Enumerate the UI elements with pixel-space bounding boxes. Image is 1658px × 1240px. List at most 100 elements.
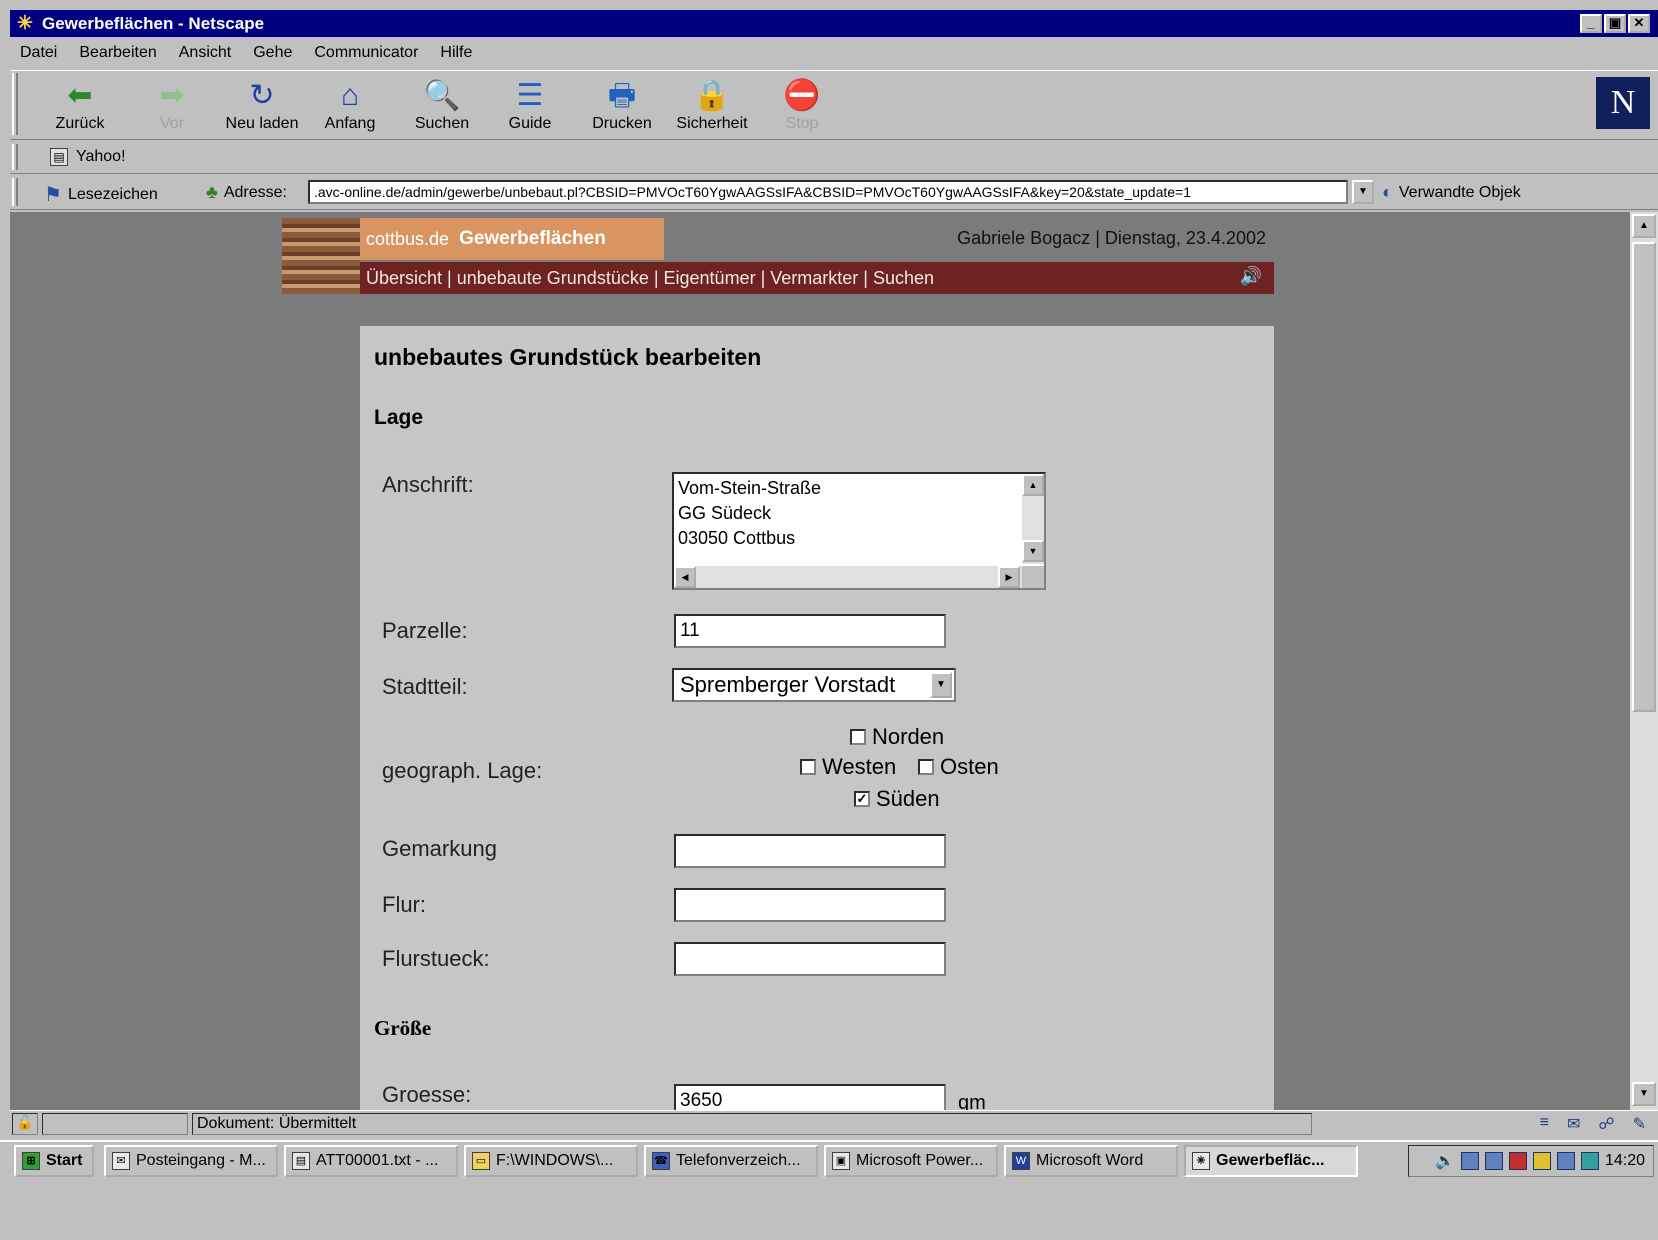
tray-app-icon[interactable] [1556, 1152, 1575, 1170]
forward-button[interactable]: ➡ Vor [132, 77, 212, 133]
windows-taskbar: ⊞ Start ✉ Posteingang - M... ▤ ATT00001.… [0, 1140, 1658, 1180]
close-button[interactable]: ✕ [1628, 14, 1650, 33]
volume-icon[interactable]: 🔈 [1435, 1151, 1455, 1171]
lock-icon: 🔒 [693, 79, 731, 112]
checkbox-osten-label: Osten [940, 754, 999, 779]
status-text: Dokument: Übermittelt [192, 1113, 1312, 1135]
menu-communicator[interactable]: Communicator [314, 44, 418, 62]
taskbar-item-gewerbeflaechen[interactable]: ✳ Gewerbefläc... [1184, 1145, 1358, 1177]
tray-app-icon[interactable] [1484, 1152, 1503, 1170]
page-vscrollbar[interactable]: ▲ ▼ [1630, 212, 1658, 1110]
flur-label: Flur: [382, 892, 426, 917]
page-proxy-icon[interactable]: ♣ [206, 182, 218, 203]
navigator-icon[interactable]: ≡ [1540, 1114, 1549, 1134]
menu-gehe[interactable]: Gehe [253, 44, 292, 62]
taskbar-item-label: Gewerbefläc... [1216, 1152, 1325, 1169]
checkbox-sueden[interactable]: ✓ Süden [854, 786, 940, 812]
discussion-icon[interactable]: ☍ [1598, 1114, 1614, 1134]
speaker-icon[interactable]: 🔊 [1240, 266, 1262, 287]
security-button[interactable]: 🔒 Sicherheit [672, 77, 752, 133]
bookmarks-button[interactable]: ⚑ Lesezeichen [44, 182, 158, 207]
taskbar-item-label: Microsoft Power... [856, 1152, 984, 1169]
netscape-icon: ✳ [1192, 1152, 1210, 1170]
taskbar-item-att00001[interactable]: ▤ ATT00001.txt - ... [284, 1145, 458, 1177]
textarea-hscrollbar[interactable]: ◀ ▶ [674, 566, 1024, 588]
page-scroll-thumb[interactable] [1632, 242, 1656, 712]
textarea-vscrollbar[interactable]: ▲ ▼ [1022, 474, 1044, 564]
maximize-button[interactable]: ▣ [1604, 14, 1626, 33]
home-button[interactable]: ⌂ Anfang [310, 77, 390, 133]
reload-button[interactable]: ↻ Neu laden [222, 77, 302, 133]
menu-bar: Datei Bearbeiten Ansicht Gehe Communicat… [10, 38, 1658, 68]
netscape-logo[interactable]: N [1596, 77, 1650, 129]
clock: 14:20 [1604, 1152, 1645, 1169]
brand-title: Gewerbeflächen [459, 228, 606, 249]
address-dropdown-button[interactable]: ▼ [1352, 180, 1374, 204]
mail-icon[interactable]: ✉ [1567, 1114, 1580, 1134]
taskbar-item-word[interactable]: W Microsoft Word [1004, 1145, 1178, 1177]
windows-logo-icon: ⊞ [22, 1152, 40, 1170]
guide-button[interactable]: ☰ Guide [490, 77, 570, 133]
nav-links[interactable]: Übersicht | unbebaute Grundstücke | Eige… [366, 268, 934, 289]
menu-datei[interactable]: Datei [20, 44, 57, 62]
yahoo-link[interactable]: ▤ Yahoo! [50, 148, 126, 166]
parzelle-input[interactable]: 11 [674, 614, 946, 648]
checkbox-osten[interactable]: Osten [918, 754, 999, 780]
reload-icon: ↻ [249, 79, 275, 112]
address-field[interactable]: .avc-online.de/admin/gewerbe/unbebaut.pl… [308, 180, 1348, 204]
chevron-down-icon[interactable]: ▼ [930, 672, 952, 698]
page-scroll-up-icon[interactable]: ▲ [1632, 214, 1656, 238]
anschrift-textarea[interactable]: Vom-Stein-Straße GG Südeck 03050 Cottbus… [672, 472, 1046, 590]
personal-grip[interactable] [12, 144, 18, 170]
checkbox-westen-box[interactable] [800, 759, 816, 775]
checkbox-westen[interactable]: Westen [800, 754, 896, 780]
flur-input[interactable] [674, 888, 946, 922]
checkbox-norden-box[interactable] [850, 729, 866, 745]
location-toolbar: ⚑ Lesezeichen ♣ Adresse: .avc-online.de/… [10, 176, 1658, 210]
header-photo [282, 218, 360, 294]
checkbox-osten-box[interactable] [918, 759, 934, 775]
taskbar-item-label: F:\WINDOWS\... [496, 1152, 614, 1169]
gemarkung-input[interactable] [674, 834, 946, 868]
folder-icon: ▭ [472, 1152, 490, 1170]
location-grip[interactable] [12, 178, 18, 206]
site-brand[interactable]: cottbus.de Gewerbeflächen [360, 218, 664, 260]
groesse-input[interactable]: 3650 [674, 1084, 946, 1110]
composer-icon[interactable]: ✎ [1633, 1114, 1646, 1134]
scroll-left-icon[interactable]: ◀ [674, 566, 696, 588]
toolbar-grip[interactable] [12, 73, 18, 135]
gemarkung-label: Gemarkung [382, 836, 497, 861]
menu-bearbeiten[interactable]: Bearbeiten [79, 44, 156, 62]
tray-app-icon[interactable] [1532, 1152, 1551, 1170]
start-button[interactable]: ⊞ Start [14, 1145, 94, 1177]
printer-icon: 🖶 [607, 79, 637, 112]
tray-app-icon[interactable] [1460, 1152, 1479, 1170]
flurstueck-input[interactable] [674, 942, 946, 976]
taskbar-item-powerpoint[interactable]: ▣ Microsoft Power... [824, 1145, 998, 1177]
checkbox-norden[interactable]: Norden [850, 724, 944, 750]
scroll-up-icon[interactable]: ▲ [1022, 474, 1044, 496]
checkbox-sueden-box[interactable]: ✓ [854, 791, 870, 807]
page-scroll-down-icon[interactable]: ▼ [1632, 1082, 1656, 1106]
related-button[interactable]: ◐ Verwandte Objek [1382, 182, 1521, 203]
tray-app-icon[interactable] [1508, 1152, 1527, 1170]
scroll-down-icon[interactable]: ▼ [1022, 540, 1044, 562]
anschrift-label: Anschrift: [382, 472, 474, 497]
taskbar-item-posteingang[interactable]: ✉ Posteingang - M... [104, 1145, 278, 1177]
taskbar-item-telefonverzeichnis[interactable]: ☎ Telefonverzeich... [644, 1145, 818, 1177]
minimize-button[interactable]: _ [1580, 14, 1602, 33]
security-status-icon[interactable]: 🔓 [12, 1113, 38, 1135]
personal-toolbar: ▤ Yahoo! [10, 142, 1658, 174]
search-button[interactable]: 🔍 Suchen [402, 77, 482, 133]
textarea-corner [1022, 566, 1044, 588]
scroll-right-icon[interactable]: ▶ [998, 566, 1020, 588]
geo-label: geograph. Lage: [382, 758, 543, 783]
print-button[interactable]: 🖶 Drucken [582, 77, 662, 133]
menu-ansicht[interactable]: Ansicht [179, 44, 231, 62]
menu-hilfe[interactable]: Hilfe [440, 44, 472, 62]
taskbar-item-windows-folder[interactable]: ▭ F:\WINDOWS\... [464, 1145, 638, 1177]
back-button[interactable]: ⬅ Zurück [40, 77, 120, 133]
stadtteil-select[interactable]: Spremberger Vorstadt ▼ [672, 668, 956, 702]
stop-button[interactable]: ⛔ Stop [762, 77, 842, 133]
tray-app-icon[interactable] [1580, 1152, 1599, 1170]
